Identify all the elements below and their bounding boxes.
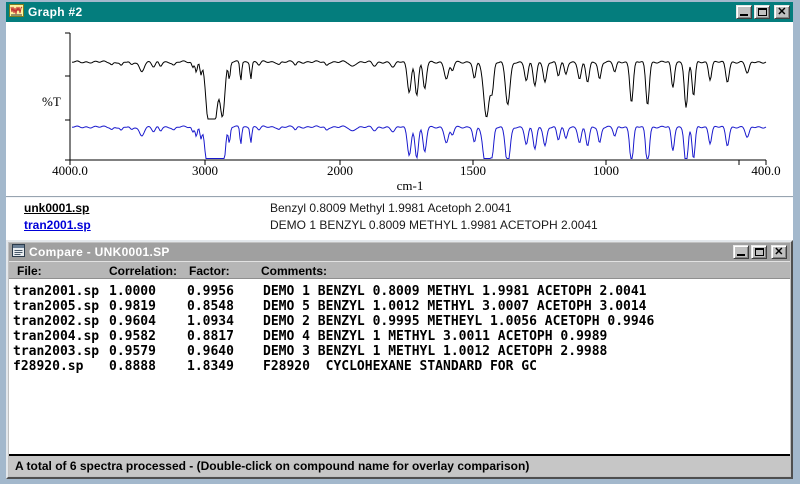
column-header-correlation: Correlation: <box>109 264 177 278</box>
spectrum-chart-icon <box>9 4 24 20</box>
compare-window-title: Compare - UNK0001.SP <box>29 245 727 259</box>
graph-window: Graph #2 ✕ 4000.0 3000 2000 1500 1000 400.0 %… <box>6 2 793 240</box>
compare-row[interactable]: tran2002.sp 0.9604 1.0934 DEMO 2 BENZYL 0.9… <box>9 314 790 329</box>
file-link[interactable]: unk0001.sp <box>24 201 89 215</box>
compare-row[interactable]: tran2001.sp 1.0000 0.9956 DEMO 1 BENZYL 0.8… <box>9 284 790 299</box>
minimize-icon <box>737 254 745 256</box>
row-correlation: 0.9579 <box>109 344 156 359</box>
x-tick-label: 400.0 <box>751 163 780 178</box>
spectrum-trace-tran2001.sp <box>72 126 766 159</box>
row-factor: 0.9956 <box>187 284 234 299</box>
y-axis-label: %T <box>42 94 61 109</box>
row-factor: 1.8349 <box>187 359 234 374</box>
x-tick-label: 1000 <box>593 163 619 178</box>
compare-document-icon <box>12 244 25 260</box>
row-file: tran2005.sp <box>13 299 99 314</box>
row-file: tran2003.sp <box>13 344 99 359</box>
column-header-comments: Comments: <box>261 264 327 278</box>
status-bar: A total of 6 spectra processed - (Double… <box>9 454 790 476</box>
row-correlation: 0.8888 <box>109 359 156 374</box>
file-link[interactable]: tran2001.sp <box>24 218 91 232</box>
close-icon: ✕ <box>774 246 784 258</box>
status-text: A total of 6 spectra processed - (Double… <box>15 459 529 473</box>
compare-results-table: tran2001.sp 1.0000 0.9956 DEMO 1 BENZYL 0.8… <box>9 279 790 454</box>
row-factor: 0.8548 <box>187 299 234 314</box>
maximize-icon <box>758 8 767 16</box>
x-tick-label: 3000 <box>192 163 218 178</box>
minimize-icon <box>740 14 748 16</box>
spectrum-trace-unk0001.sp <box>72 61 766 119</box>
file-description: DEMO 1 BENZYL 0.8009 METHYL 1.9981 ACETO… <box>270 218 598 232</box>
minimize-button[interactable] <box>736 5 752 19</box>
row-factor: 0.8817 <box>187 329 234 344</box>
spectra-traces <box>72 61 766 159</box>
compare-table-header: File: Correlation: Factor: Comments: <box>9 261 790 279</box>
compare-row[interactable]: tran2005.sp 0.9819 0.8548 DEMO 5 BENZYL 1.0… <box>9 299 790 314</box>
row-comments: F28920 CYCLOHEXANE STANDARD FOR GC <box>263 359 537 374</box>
row-correlation: 0.9604 <box>109 314 156 329</box>
maximize-button[interactable] <box>754 5 770 19</box>
x-tick-label: 1500 <box>460 163 486 178</box>
compare-row[interactable]: tran2004.sp 0.9582 0.8817 DEMO 4 BENZYL 1 M… <box>9 329 790 344</box>
row-factor: 0.9640 <box>187 344 234 359</box>
close-button[interactable]: ✕ <box>774 5 790 19</box>
y-axis-ticks <box>65 33 70 160</box>
file-legend-row: unk0001.sp Benzyl 0.8009 Methyl 1.9981 Ac… <box>6 200 793 217</box>
row-comments: DEMO 5 BENZYL 1.0012 METHYL 3.0007 ACETO… <box>263 299 647 314</box>
graph-window-titlebar[interactable]: Graph #2 ✕ <box>6 2 793 22</box>
x-tick-label: 4000.0 <box>52 163 88 178</box>
row-file: tran2002.sp <box>13 314 99 329</box>
compare-window: Compare - UNK0001.SP ✕ File: Correlation… <box>6 240 793 479</box>
row-comments: DEMO 4 BENZYL 1 METHYL 3.0011 ACETOPH 0.… <box>263 329 607 344</box>
file-description: Benzyl 0.8009 Methyl 1.9981 Acetoph 2.00… <box>270 201 512 215</box>
row-factor: 1.0934 <box>187 314 234 329</box>
compare-row[interactable]: f28920.sp 0.8888 1.8349 F28920 CYCLOHEXANE … <box>9 359 790 374</box>
x-axis-ticks: 4000.0 3000 2000 1500 1000 400.0 <box>52 160 781 178</box>
row-comments: DEMO 2 BENZYL 0.9995 METHEYL 1.0056 ACET… <box>263 314 654 329</box>
minimize-button[interactable] <box>733 245 749 259</box>
row-correlation: 1.0000 <box>109 284 156 299</box>
x-tick-label: 2000 <box>327 163 353 178</box>
file-legend-row: tran2001.sp DEMO 1 BENZYL 0.8009 METHYL 1… <box>6 217 793 234</box>
row-file: f28920.sp <box>13 359 83 374</box>
row-comments: DEMO 3 BENZYL 1 METHYL 1.0012 ACETOPH 2.… <box>263 344 607 359</box>
spectra-plot[interactable]: 4000.0 3000 2000 1500 1000 400.0 %T cm-1 <box>6 22 793 196</box>
row-file: tran2004.sp <box>13 329 99 344</box>
maximize-icon <box>755 248 764 256</box>
compare-window-titlebar[interactable]: Compare - UNK0001.SP ✕ <box>9 243 790 261</box>
close-button[interactable]: ✕ <box>771 245 787 259</box>
column-header-factor: Factor: <box>189 264 230 278</box>
file-legend-panel: unk0001.sp Benzyl 0.8009 Methyl 1.9981 Ac… <box>6 196 793 240</box>
compare-row[interactable]: tran2003.sp 0.9579 0.9640 DEMO 3 BENZYL 1 M… <box>9 344 790 359</box>
row-file: tran2001.sp <box>13 284 99 299</box>
graph-window-title: Graph #2 <box>28 5 730 19</box>
row-correlation: 0.9582 <box>109 329 156 344</box>
x-axis-label: cm-1 <box>397 178 424 193</box>
maximize-button[interactable] <box>751 245 767 259</box>
close-icon: ✕ <box>777 6 787 18</box>
column-header-file: File: <box>17 264 42 278</box>
row-correlation: 0.9819 <box>109 299 156 314</box>
row-comments: DEMO 1 BENZYL 0.8009 METHYL 1.9981 ACETO… <box>263 284 647 299</box>
